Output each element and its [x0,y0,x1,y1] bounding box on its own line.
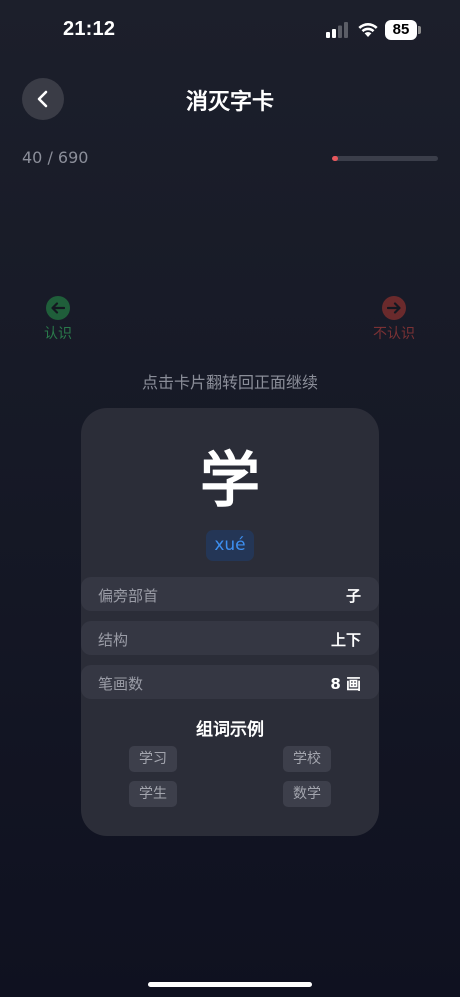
word-chip: 数学 [283,781,331,807]
word-examples-title: 组词示例 [196,720,264,740]
info-row-strokes: 笔画数 8 画 [81,665,379,699]
wifi-icon [358,23,378,37]
status-time: 21:12 [63,18,116,40]
info-value: 上下 [330,631,361,649]
info-row-structure: 结构 上下 [81,621,379,655]
flash-card[interactable]: 学 xué 偏旁部首 子 结构 上下 笔画数 8 画 组词示例 学习 学校 学生… [81,408,379,836]
word-chip: 学生 [129,781,177,807]
info-row-radical: 偏旁部首 子 [81,577,379,611]
info-value: 子 [345,587,361,605]
battery-indicator: 85 [385,20,421,40]
page-title: 消灭字卡 [185,90,274,115]
swipe-unknown-label: 不认识 [373,326,415,342]
battery-level: 85 [385,20,417,40]
card-character: 学 [200,446,260,516]
progress-bar-fill [332,156,339,161]
flip-hint-text: 点击卡片翻转回正面继续 [141,373,318,392]
home-indicator[interactable] [148,982,312,987]
info-label: 笔画数 [98,675,144,693]
info-label: 结构 [98,631,129,649]
info-value: 8 画 [330,675,361,693]
signal-icon [326,22,348,38]
arrow-left-icon [46,296,70,320]
swipe-known-label: 认识 [44,326,72,342]
swipe-known-hint: 认识 [36,296,80,343]
battery-cap [418,26,421,34]
arrow-right-icon [382,296,406,320]
status-bar: 21:12 85 [0,0,460,60]
word-chip: 学校 [283,746,331,772]
progress-bar [332,156,438,161]
progress-counter: 40 / 690 [22,148,89,167]
pinyin-badge: xué [206,530,254,561]
word-chip: 学习 [129,746,177,772]
info-label: 偏旁部首 [98,587,159,605]
swipe-unknown-hint: 不认识 [368,296,420,343]
